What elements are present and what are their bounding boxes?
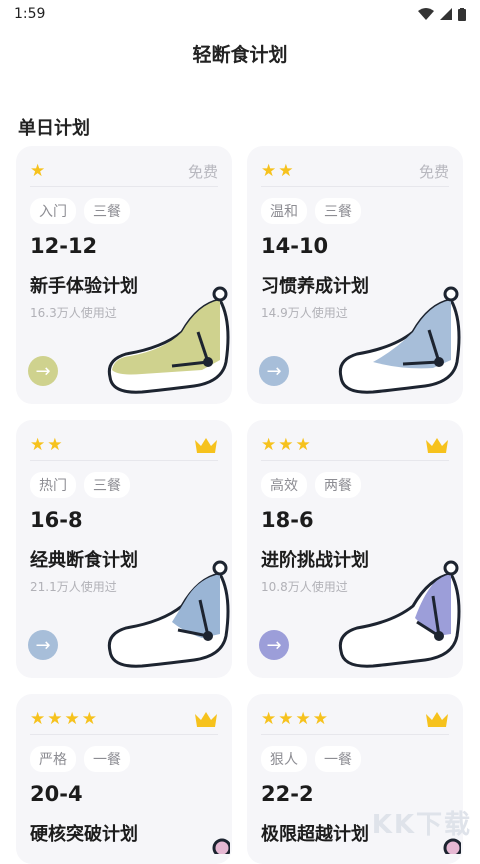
crown-icon — [195, 712, 217, 727]
crown-icon — [426, 712, 448, 727]
tag: 热门 — [30, 472, 76, 498]
start-arrow-button[interactable]: → — [28, 630, 58, 660]
star-rating-icon: ★★ — [30, 435, 65, 455]
clock-illustration-icon — [338, 286, 461, 394]
tag: 温和 — [261, 198, 307, 224]
battery-icon — [458, 7, 466, 21]
tag: 一餐 — [84, 746, 130, 772]
price-label: 免费 — [418, 162, 449, 181]
tag: 一餐 — [315, 746, 361, 772]
plan-card-12-12[interactable]: ★ 免费 入门 三餐 12-12 新手体验计划 16.3万人使用过 → — [16, 146, 232, 404]
tag-list: 热门 三餐 — [30, 472, 130, 498]
tag: 高效 — [261, 472, 307, 498]
plan-ratio: 18-6 — [261, 508, 314, 532]
clock-illustration-icon — [338, 560, 461, 668]
card-header: ★★★★ — [30, 704, 218, 735]
star-rating-icon: ★★★★ — [261, 709, 330, 729]
card-header: ★ 免费 — [30, 156, 218, 187]
plan-ratio: 12-12 — [30, 234, 98, 258]
plan-ratio: 14-10 — [261, 234, 329, 258]
star-rating-icon: ★ — [30, 161, 48, 181]
plan-name: 极限超越计划 — [261, 824, 369, 845]
card-header: ★★★★ — [261, 704, 449, 735]
status-time: 1:59 — [14, 6, 46, 22]
tag: 三餐 — [84, 472, 130, 498]
crown-icon — [426, 438, 448, 453]
crown-icon — [195, 438, 217, 453]
plan-card-20-4[interactable]: ★★★★ 严格 一餐 20-4 硬核突破计划 — [16, 694, 232, 864]
tag: 三餐 — [84, 198, 130, 224]
start-arrow-button[interactable]: → — [259, 630, 289, 660]
watermark-logo: KK下载 — [371, 810, 472, 840]
start-arrow-button[interactable]: → — [259, 356, 289, 386]
card-header: ★★★ — [261, 430, 449, 461]
clock-illustration-icon — [212, 838, 230, 854]
card-header: ★★ — [30, 430, 218, 461]
wifi-icon — [418, 8, 434, 20]
plan-card-16-8[interactable]: ★★ 热门 三餐 16-8 经典断食计划 21.1万人使用过 → — [16, 420, 232, 678]
star-rating-icon: ★★★★ — [30, 709, 99, 729]
tag: 三餐 — [315, 198, 361, 224]
price-label: 免费 — [187, 162, 218, 181]
plan-ratio: 20-4 — [30, 782, 83, 806]
tag: 两餐 — [315, 472, 361, 498]
tag: 严格 — [30, 746, 76, 772]
clock-illustration-icon — [107, 286, 230, 394]
plan-ratio: 16-8 — [30, 508, 83, 532]
plan-name: 硬核突破计划 — [30, 824, 138, 845]
star-rating-icon: ★★ — [261, 161, 296, 181]
status-icons — [418, 7, 466, 21]
star-rating-icon: ★★★ — [261, 435, 313, 455]
start-arrow-button[interactable]: → — [28, 356, 58, 386]
tag: 狠人 — [261, 746, 307, 772]
tag-list: 严格 一餐 — [30, 746, 130, 772]
tag-list: 高效 两餐 — [261, 472, 361, 498]
tag: 入门 — [30, 198, 76, 224]
tag-list: 入门 三餐 — [30, 198, 130, 224]
plan-card-18-6[interactable]: ★★★ 高效 两餐 18-6 进阶挑战计划 10.8万人使用过 → — [247, 420, 463, 678]
card-header: ★★ 免费 — [261, 156, 449, 187]
plan-card-14-10[interactable]: ★★ 免费 温和 三餐 14-10 习惯养成计划 14.9万人使用过 → — [247, 146, 463, 404]
clock-illustration-icon — [107, 560, 230, 668]
section-title: 单日计划 — [18, 118, 90, 139]
tag-list: 狠人 一餐 — [261, 746, 361, 772]
page-title: 轻断食计划 — [192, 44, 288, 66]
signal-icon — [440, 8, 452, 20]
tag-list: 温和 三餐 — [261, 198, 361, 224]
plan-ratio: 22-2 — [261, 782, 314, 806]
status-bar: 1:59 — [0, 0, 480, 28]
